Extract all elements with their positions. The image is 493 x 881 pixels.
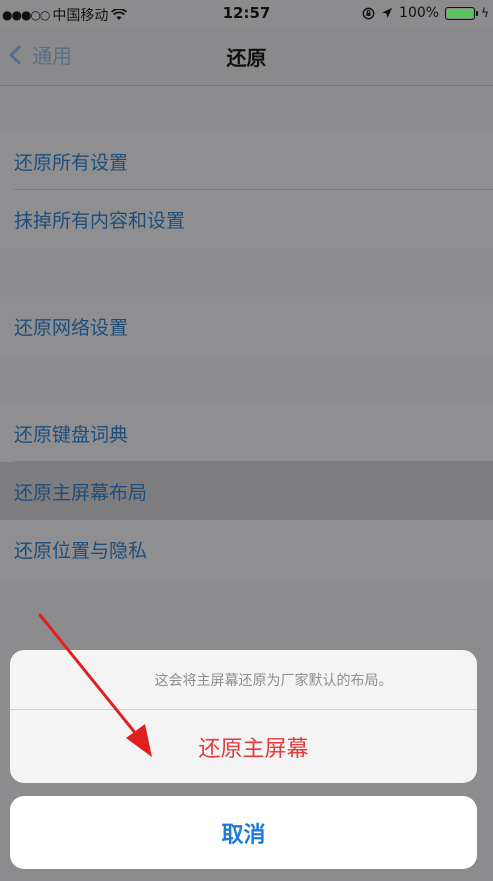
- cell-label: 还原键盘词典: [14, 423, 129, 446]
- battery-fill: [447, 8, 474, 18]
- location-arrow-icon: [382, 8, 393, 18]
- bolt-icon: ϟ: [481, 6, 489, 20]
- reset-keyboard-dictionary-cell[interactable]: 还原键盘词典: [0, 404, 493, 462]
- cell-label: 抹掉所有内容和设置: [14, 209, 186, 232]
- settings-group-2: 还原网络设置: [0, 297, 493, 355]
- reset-network-settings-cell[interactable]: 还原网络设置: [0, 297, 493, 355]
- reset-all-settings-cell[interactable]: 还原所有设置: [0, 132, 493, 190]
- battery-icon: [445, 6, 479, 20]
- screen: ●●●○○ 中国移动 12:57 100% ϟ 通用 还原 还原所有设置 抹掉所…: [0, 0, 493, 881]
- orientation-lock-icon: [362, 7, 375, 19]
- cell-label: 还原所有设置: [14, 151, 129, 174]
- action-sheet-message: 这会将主屏幕还原为厂家默认的布局。: [10, 650, 477, 710]
- cell-label: 还原主屏幕布局: [14, 481, 148, 504]
- page-title: 还原: [226, 46, 267, 70]
- battery-percent: 100%: [399, 5, 440, 21]
- erase-all-content-cell[interactable]: 抹掉所有内容和设置: [0, 190, 493, 248]
- cell-label: 还原网络设置: [14, 316, 129, 339]
- status-right: 100% ϟ: [362, 5, 489, 21]
- settings-group-3: 还原键盘词典 还原主屏幕布局 还原位置与隐私: [0, 404, 493, 580]
- navigation-bar: 通用 还原: [0, 26, 493, 86]
- reset-home-screen-button[interactable]: 还原主屏幕: [10, 710, 477, 783]
- cell-label: 还原位置与隐私: [14, 539, 148, 562]
- reset-location-privacy-cell[interactable]: 还原位置与隐私: [0, 520, 493, 578]
- reset-home-screen-layout-cell[interactable]: 还原主屏幕布局: [0, 462, 493, 520]
- cancel-button[interactable]: 取消: [10, 796, 477, 869]
- settings-group-1: 还原所有设置 抹掉所有内容和设置: [0, 132, 493, 249]
- action-sheet: 这会将主屏幕还原为厂家默认的布局。 还原主屏幕: [10, 650, 477, 783]
- status-bar: ●●●○○ 中国移动 12:57 100% ϟ: [0, 0, 493, 26]
